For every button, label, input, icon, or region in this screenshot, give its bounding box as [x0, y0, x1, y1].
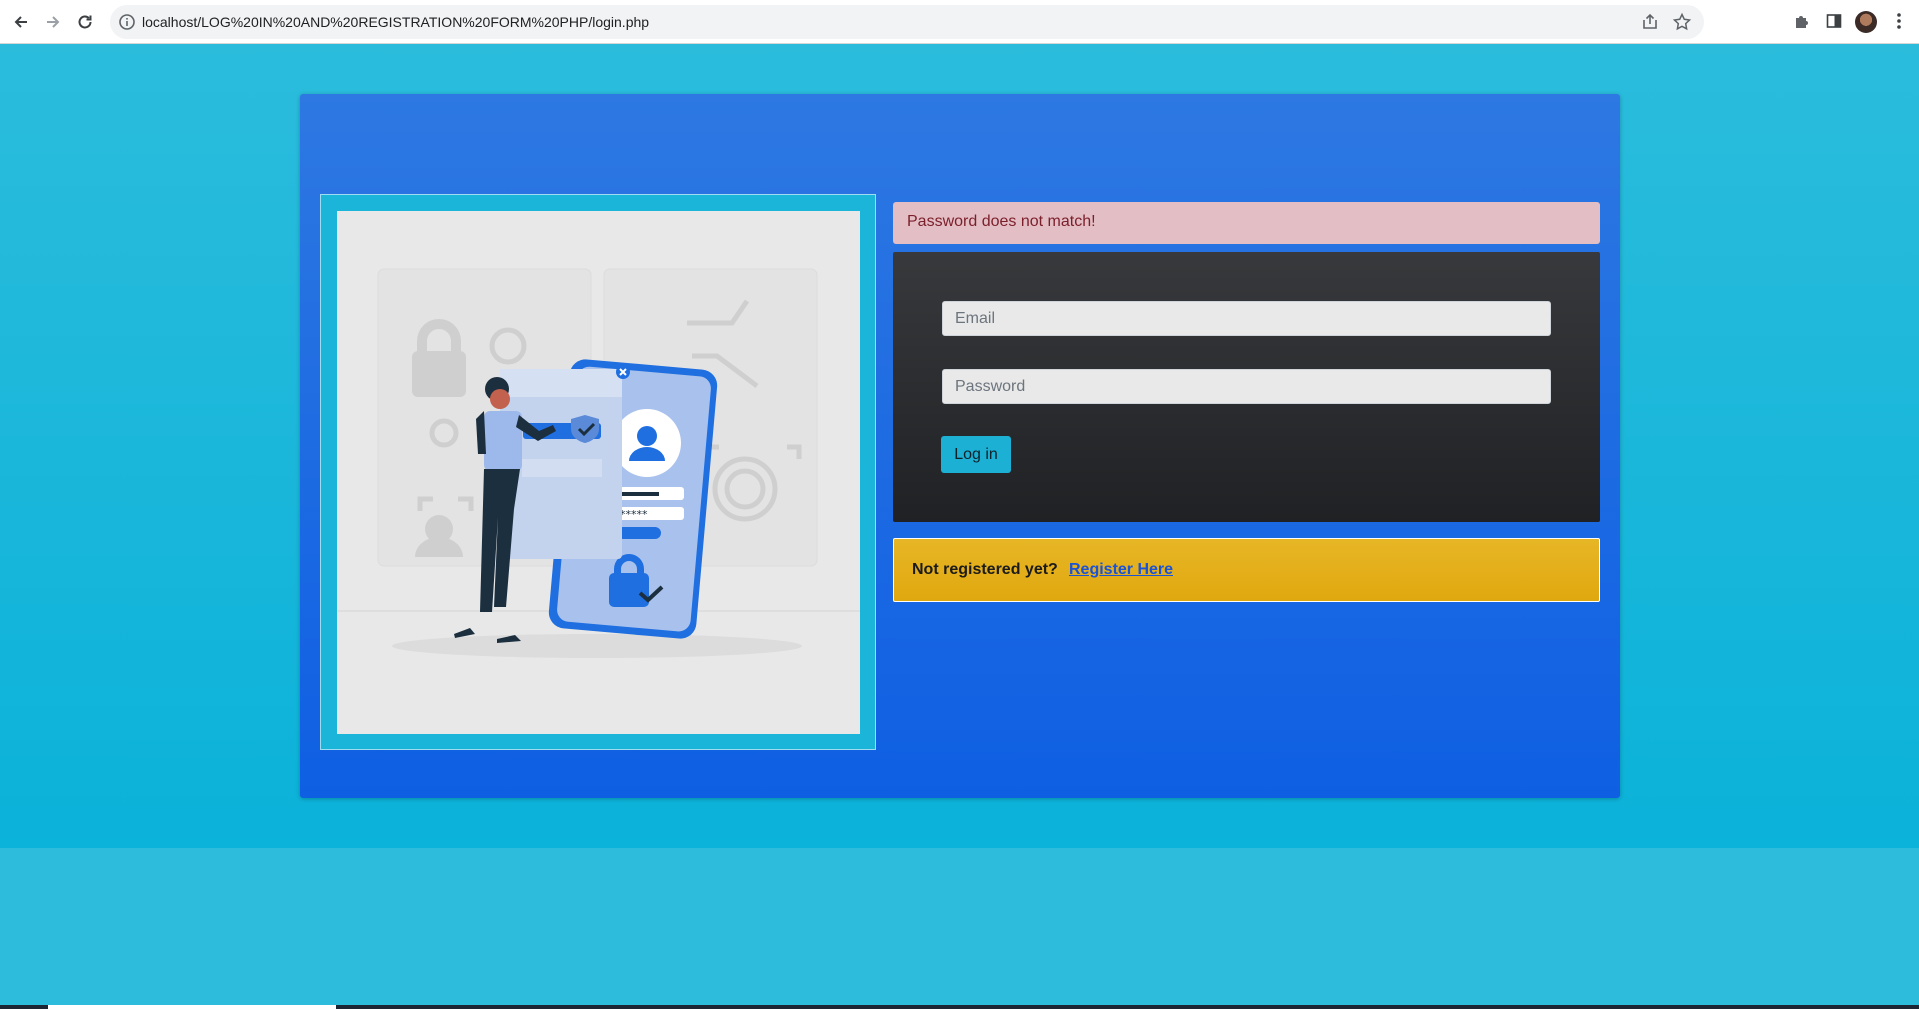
back-icon[interactable] [9, 10, 33, 34]
register-link[interactable]: Register Here [1069, 561, 1173, 579]
svg-text:*****: ***** [620, 508, 648, 521]
error-message: Password does not match! [907, 213, 1096, 230]
browser-toolbar: localhost/LOG%20IN%20AND%20REGISTRATION%… [0, 0, 1919, 44]
info-icon[interactable] [118, 13, 136, 31]
login-button[interactable]: Log in [941, 436, 1011, 473]
side-panel-icon[interactable] [1823, 10, 1845, 32]
email-input[interactable] [942, 301, 1551, 336]
star-icon[interactable] [1672, 12, 1692, 32]
extensions-icon[interactable] [1791, 10, 1813, 32]
more-icon[interactable] [1888, 10, 1910, 32]
register-prompt: Not registered yet? Register Here [893, 538, 1600, 602]
password-input[interactable] [942, 369, 1551, 404]
login-illustration: ***** [337, 211, 860, 734]
share-icon[interactable] [1640, 12, 1660, 32]
error-alert: Password does not match! [893, 202, 1600, 244]
taskbar-active-indicator [48, 1005, 336, 1009]
register-question: Not registered yet? [912, 561, 1058, 578]
address-url: localhost/LOG%20IN%20AND%20REGISTRATION%… [142, 14, 650, 30]
reload-icon[interactable] [73, 10, 97, 34]
page-footer-area [0, 848, 1919, 1009]
forward-icon[interactable] [41, 10, 65, 34]
address-bar[interactable]: localhost/LOG%20IN%20AND%20REGISTRATION%… [110, 5, 1704, 39]
profile-avatar[interactable] [1855, 11, 1877, 33]
taskbar-strip [0, 1005, 1919, 1009]
